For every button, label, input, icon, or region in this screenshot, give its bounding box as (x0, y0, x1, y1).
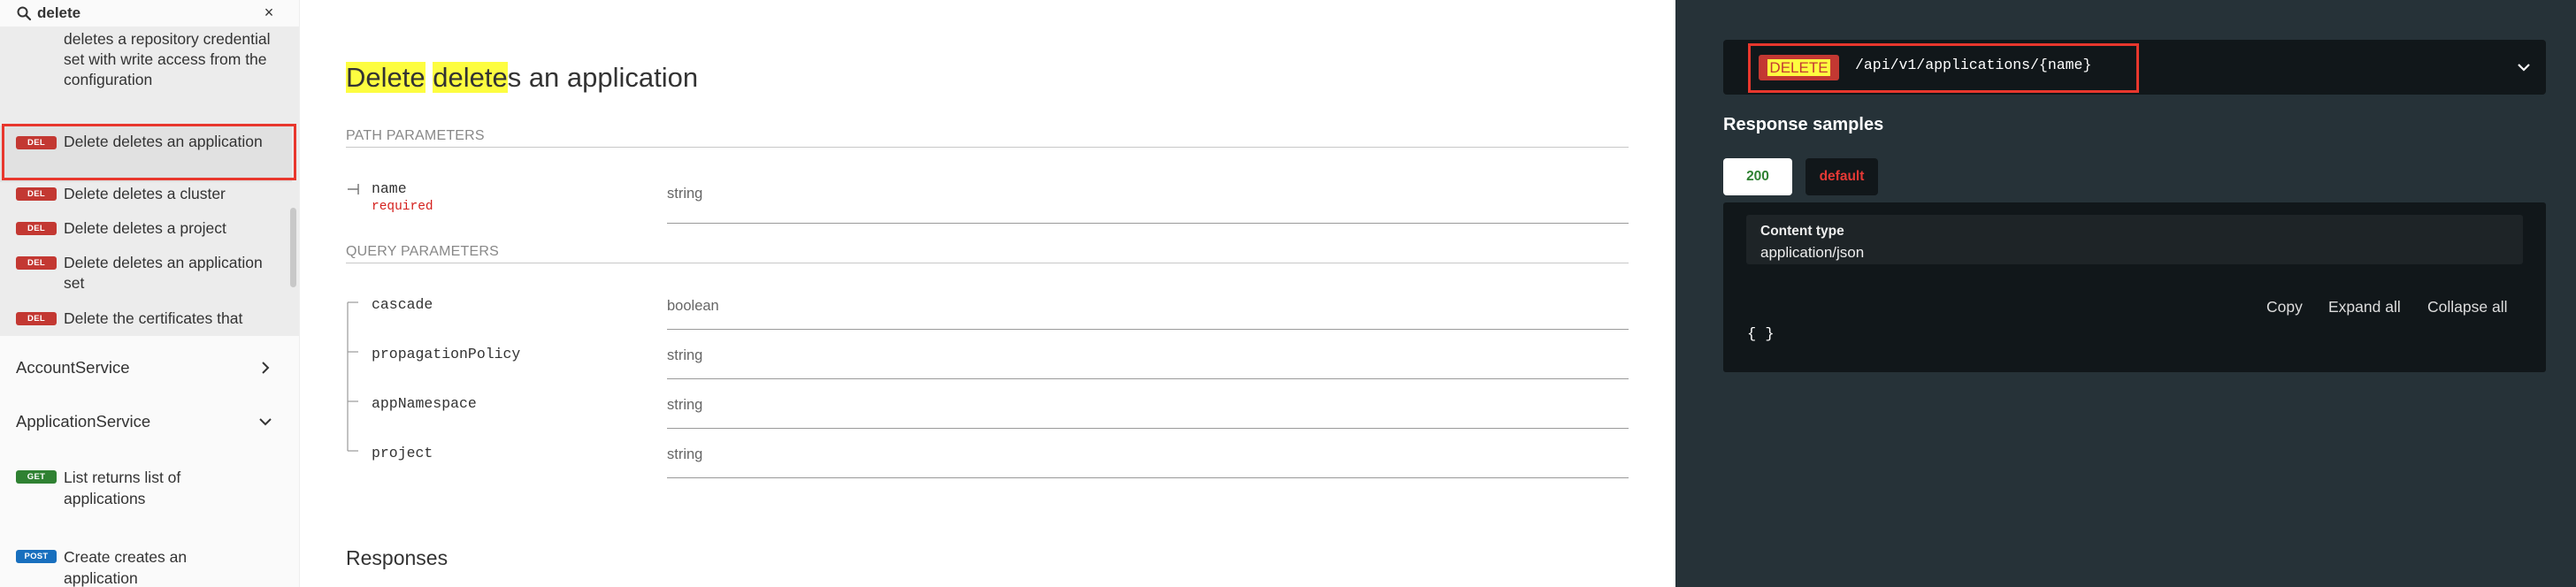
param-name: cascade (372, 296, 433, 313)
title-space (426, 62, 433, 93)
collapse-all-button[interactable]: Collapse all (2427, 298, 2507, 316)
path-parameters-label: PATH PARAMETERS (346, 128, 485, 143)
del-badge: DEL (16, 222, 57, 235)
param-type: boolean (667, 298, 719, 314)
result-label: Delete deletes a project (64, 219, 226, 237)
sub-item-label: Create creates an application (64, 548, 188, 587)
group-label: AccountService (16, 358, 130, 377)
param-divider (667, 428, 1629, 429)
title-highlight-2: delete (433, 62, 508, 93)
content-type-selector[interactable]: Content type application/json (1746, 215, 2523, 264)
search-bar: × (0, 0, 299, 27)
param-name: propagationPolicy (372, 346, 521, 362)
del-badge: DEL (16, 312, 57, 325)
result-item-delete-certificates[interactable]: DEL Delete the certificates that (0, 309, 292, 329)
responses-heading: Responses (346, 546, 448, 569)
result-item-delete-repo-creds[interactable]: deletes a repository credential set with… (0, 29, 292, 90)
content-type-value: application/json (1760, 244, 1865, 261)
param-name: project (372, 445, 433, 461)
endpoint-toggle[interactable]: DELETE /api/v1/applications/{name} (1723, 40, 2546, 95)
result-label: deletes a repository credential set with… (64, 30, 271, 88)
param-divider (667, 329, 1629, 330)
post-badge: POST (16, 550, 57, 563)
param-name: appNamespace (372, 395, 477, 412)
tab-200[interactable]: 200 (1723, 158, 1792, 195)
param-row-project: project string (346, 445, 1629, 494)
group-application-service[interactable]: ApplicationService (0, 406, 299, 438)
response-samples-heading: Response samples (1723, 115, 1884, 134)
path-parameters-divider (346, 147, 1629, 148)
response-sample-panel: Content type application/json Copy Expan… (1723, 202, 2546, 372)
tab-default[interactable]: default (1806, 158, 1878, 195)
result-item-delete-application-set[interactable]: DEL Delete deletes an application set (0, 253, 292, 294)
param-type: string (667, 186, 703, 202)
search-icon (17, 6, 32, 21)
param-row-propagation-policy: propagationPolicy string (346, 346, 1629, 395)
get-badge: GET (16, 470, 57, 484)
chevron-down-icon (2518, 64, 2530, 72)
clear-search-icon[interactable]: × (260, 4, 278, 21)
sub-item-list-applications[interactable]: GET List returns list of applications (0, 467, 248, 509)
sub-item-label: List returns list of applications (64, 469, 181, 507)
json-sample-body: { } (1747, 326, 1775, 343)
param-divider (667, 223, 1629, 224)
result-item-delete-application[interactable]: DEL Delete deletes an application (0, 126, 292, 182)
param-type: string (667, 397, 703, 413)
title-rest: s an application (507, 62, 699, 93)
del-badge: DEL (16, 187, 57, 201)
operation-title: Delete deletes an application (346, 62, 698, 94)
result-item-delete-cluster[interactable]: DEL Delete deletes a cluster (0, 184, 292, 204)
param-divider (667, 477, 1629, 478)
chevron-right-icon (262, 362, 270, 374)
result-item-delete-project[interactable]: DEL Delete deletes a project (0, 218, 292, 239)
method-label: DELETE (1767, 59, 1830, 76)
param-row-cascade: cascade boolean (346, 296, 1629, 346)
search-input[interactable] (37, 2, 249, 25)
param-tree-icon (348, 184, 359, 194)
del-badge: DEL (16, 256, 57, 270)
result-label: Delete deletes an application (64, 133, 263, 150)
param-name: name (372, 180, 407, 197)
results-scrollbar[interactable] (290, 208, 296, 287)
right-panel: DELETE /api/v1/applications/{name} Respo… (1675, 0, 2576, 587)
result-label: Delete the certificates that (64, 309, 243, 327)
param-row-app-namespace: appNamespace string (346, 395, 1629, 445)
main-content: Delete deletes an application PATH PARAM… (300, 0, 1675, 587)
result-label: Delete deletes an application set (64, 254, 263, 292)
param-type: string (667, 347, 703, 363)
query-parameters-label: QUERY PARAMETERS (346, 244, 500, 259)
result-label: Delete deletes a cluster (64, 185, 226, 202)
expand-all-button[interactable]: Expand all (2328, 298, 2401, 316)
endpoint-path: /api/v1/applications/{name} (1855, 57, 2092, 73)
sub-item-create-application[interactable]: POST Create creates an application (0, 546, 248, 587)
sidebar: × deletes a repository credential set wi… (0, 0, 300, 587)
param-required: required (372, 200, 433, 214)
search-results: deletes a repository credential set with… (0, 27, 299, 336)
param-divider (667, 378, 1629, 379)
method-badge: DELETE (1759, 55, 1839, 80)
content-type-label: Content type (1760, 224, 1844, 239)
group-account-service[interactable]: AccountService (0, 352, 299, 384)
title-highlight-1: Delete (346, 62, 426, 93)
del-badge: DEL (16, 136, 57, 149)
param-type: string (667, 446, 703, 462)
chevron-down-icon (259, 418, 272, 426)
group-label: ApplicationService (16, 412, 151, 431)
copy-button[interactable]: Copy (2266, 298, 2303, 316)
